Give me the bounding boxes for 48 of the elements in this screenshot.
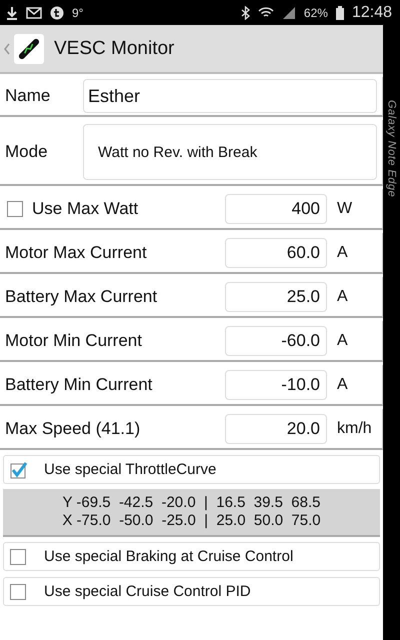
number-field[interactable]: 400	[225, 194, 327, 224]
option-label: Use special ThrottleCurve	[44, 461, 216, 478]
download-icon	[6, 6, 18, 20]
option-row[interactable]: Use special Cruise Control PID	[3, 577, 380, 606]
number-field[interactable]: 25.0	[225, 282, 327, 312]
checkbox[interactable]	[10, 548, 26, 564]
battery-percent: 62%	[304, 6, 328, 20]
option-row[interactable]: Use special Braking at Cruise Control	[3, 542, 380, 571]
name-field[interactable]: Esther	[83, 79, 377, 113]
clock: 12:48	[352, 4, 392, 22]
setting-label: Battery Max Current	[5, 286, 158, 306]
bluetooth-icon	[240, 6, 250, 20]
number-field[interactable]: -60.0	[225, 326, 327, 356]
setting-label: Battery Min Current	[5, 374, 154, 394]
signal-icon	[282, 6, 296, 20]
number-field[interactable]: 60.0	[225, 238, 327, 268]
number-field[interactable]: -10.0	[225, 370, 327, 400]
unit-label: A	[337, 244, 349, 262]
unit-label: A	[337, 376, 349, 394]
setting-label: Use Max Watt	[32, 198, 140, 218]
setting-label: Max Speed (41.1)	[5, 418, 142, 438]
number-field[interactable]: 20.0	[225, 414, 327, 444]
option-row[interactable]: Use special ThrottleCurve	[3, 455, 380, 484]
checkbox[interactable]	[7, 200, 23, 216]
setting-label: Motor Min Current	[5, 330, 143, 350]
edge-label: Galaxy Note Edge	[386, 100, 398, 198]
checkbox[interactable]	[10, 584, 26, 600]
field-label: Name	[5, 86, 52, 106]
unit-label: W	[337, 200, 354, 218]
unit-label: A	[337, 332, 349, 350]
chat-icon	[50, 6, 64, 20]
curve-values: X -75.0 -50.0 -25.0 | 25.0 50.0 75.0	[62, 512, 321, 530]
option-label: Use special Cruise Control PID	[44, 583, 251, 600]
battery-icon	[336, 6, 344, 20]
mode-selector[interactable]: Watt no Rev. with Break	[83, 124, 377, 180]
temperature: 9°	[72, 6, 84, 20]
mail-icon	[26, 6, 42, 18]
option-label: Use special Braking at Cruise Control	[44, 548, 294, 565]
setting-label: Motor Max Current	[5, 242, 148, 262]
checkbox[interactable]	[10, 460, 28, 478]
app-title: VESC Monitor	[54, 38, 174, 60]
wifi-icon	[258, 6, 274, 20]
field-label: Mode	[5, 142, 49, 162]
back-icon[interactable]	[4, 42, 10, 54]
skateboard-logo	[14, 34, 44, 64]
curve-values: Y -69.5 -42.5 -20.0 | 16.5 39.5 68.5	[62, 494, 320, 512]
unit-label: km/h	[337, 420, 373, 438]
unit-label: A	[337, 288, 349, 306]
